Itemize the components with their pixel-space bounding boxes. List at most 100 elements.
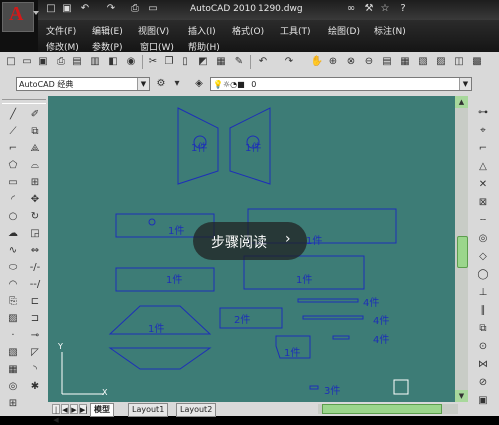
point-icon[interactable]: · — [6, 329, 20, 342]
rectangle-icon[interactable]: ▭ — [6, 176, 20, 189]
match-properties-icon[interactable]: ◩ — [196, 55, 210, 69]
layer-select[interactable]: 💡☼◔■ 0 ▼ — [210, 77, 472, 91]
snap-midpoint-icon[interactable]: △ — [476, 160, 490, 173]
scroll-up-icon[interactable]: ▲ — [455, 96, 468, 108]
chamfer-icon[interactable]: ◸ — [28, 346, 42, 359]
snap-nearest-icon[interactable]: ⋈ — [476, 358, 490, 371]
trim-icon[interactable]: -/- — [28, 261, 42, 274]
hatch-icon[interactable]: ▧ — [6, 346, 20, 359]
vertical-scrollbar[interactable]: ▲ ▼ — [455, 96, 468, 402]
preview-icon[interactable]: ▤ — [70, 55, 84, 69]
snap-intersection-icon[interactable]: ✕ — [476, 178, 490, 191]
paint-icon[interactable]: ✎ — [232, 55, 246, 69]
open-icon[interactable]: ▭ — [146, 2, 160, 15]
snap-endpoint-icon[interactable]: ⌐ — [476, 142, 490, 155]
break-icon[interactable]: ⊐ — [28, 312, 42, 325]
scroll-thumb[interactable] — [322, 404, 442, 414]
undo-icon[interactable]: ↶ — [256, 55, 270, 69]
binoculars-icon[interactable]: ∞ — [344, 2, 358, 16]
prev-tab-icon[interactable]: ◀ — [61, 404, 69, 414]
move-icon[interactable]: ✥ — [28, 193, 42, 206]
application-menu-button[interactable]: A — [0, 0, 39, 52]
ellipse-icon[interactable]: ⬭ — [6, 261, 20, 274]
menu-file[interactable]: 文件(F) — [46, 24, 76, 37]
tab-layout1[interactable]: Layout1 — [128, 403, 169, 417]
circle-icon[interactable]: ○ — [6, 210, 20, 223]
snap-insert-icon[interactable]: ⧉ — [476, 322, 490, 335]
snap-tangent-icon[interactable]: ◯ — [476, 268, 490, 281]
rotate-icon[interactable]: ↻ — [28, 210, 42, 223]
menu-edit[interactable]: 编辑(E) — [92, 24, 123, 37]
menu-draw[interactable]: 绘图(D) — [328, 24, 360, 37]
gradient-icon[interactable]: ▦ — [6, 363, 20, 376]
array-icon[interactable]: ⊞ — [28, 176, 42, 189]
help-icon[interactable]: ? — [396, 2, 410, 16]
3d-dwf-icon[interactable]: ◉ — [124, 55, 138, 69]
stretch-icon[interactable]: ⇔ — [28, 244, 42, 257]
spline-icon[interactable]: ∿ — [6, 244, 20, 257]
menu-tools[interactable]: 工具(T) — [280, 24, 311, 37]
offset-icon[interactable]: ⌓ — [28, 159, 42, 172]
sheet-set-icon[interactable]: ▨ — [434, 55, 448, 69]
snap-extension-icon[interactable]: ┄ — [476, 214, 490, 227]
temporary-track-icon[interactable]: ⊶ — [476, 106, 490, 119]
break-at-point-icon[interactable]: ⊏ — [28, 295, 42, 308]
properties-icon[interactable]: ▤ — [380, 55, 394, 69]
next-tab-icon[interactable]: ▶ — [70, 404, 78, 414]
scroll-thumb[interactable] — [457, 236, 468, 268]
snap-from-icon[interactable]: ⌖ — [476, 124, 490, 137]
tool-palettes-icon[interactable]: ▧ — [416, 55, 430, 69]
paste-icon[interactable]: ▯ — [178, 55, 192, 69]
tab-model[interactable]: 模型 — [90, 403, 114, 417]
calculator-icon[interactable]: ▩ — [470, 55, 484, 69]
tools-icon[interactable]: ⚒ — [362, 2, 376, 16]
open-folder-icon[interactable]: ▭ — [20, 55, 34, 69]
plot-icon[interactable]: ◧ — [106, 55, 120, 69]
layer-manager-icon[interactable]: ◈ — [192, 77, 206, 91]
construction-line-icon[interactable]: ⟋ — [6, 125, 20, 138]
arc-icon[interactable]: ◜ — [6, 193, 20, 206]
cut-icon[interactable]: ✂ — [146, 55, 160, 69]
insert-block-icon[interactable]: ⎘ — [6, 295, 20, 308]
menu-dimension[interactable]: 标注(N) — [374, 24, 406, 37]
erase-icon[interactable]: ✐ — [28, 108, 42, 121]
polygon-icon[interactable]: ⬠ — [6, 159, 20, 172]
copy-icon[interactable]: ❐ — [162, 55, 176, 69]
undo-icon[interactable]: ↶ — [78, 2, 92, 15]
mirror-icon[interactable]: ⟁ — [28, 142, 42, 155]
line-icon[interactable]: ╱ — [6, 108, 20, 121]
zoom-realtime-icon[interactable]: ⊕ — [326, 55, 340, 69]
step-reading-button[interactable]: 步骤阅读 › — [193, 222, 307, 260]
toolbar-grip[interactable] — [2, 99, 46, 104]
design-center-icon[interactable]: ▦ — [398, 55, 412, 69]
copy-object-icon[interactable]: ⧉ — [28, 125, 42, 138]
print-icon[interactable]: ⎙ — [128, 2, 142, 15]
menu-format[interactable]: 格式(O) — [232, 24, 264, 37]
snap-node-icon[interactable]: ⊙ — [476, 340, 490, 353]
osnap-settings-icon[interactable]: ▣ — [476, 394, 490, 407]
block-editor-icon[interactable]: ▦ — [214, 55, 228, 69]
first-tab-icon[interactable]: |◀ — [52, 404, 60, 424]
save-icon[interactable]: ▣ — [36, 55, 50, 69]
zoom-window-icon[interactable]: ⊗ — [344, 55, 358, 69]
redo-icon[interactable]: ↷ — [104, 2, 118, 15]
scale-icon[interactable]: ◲ — [28, 227, 42, 240]
make-block-icon[interactable]: ▨ — [6, 312, 20, 325]
polyline-icon[interactable]: ⌐ — [6, 142, 20, 155]
join-icon[interactable]: ⊸ — [28, 329, 42, 342]
menu-insert[interactable]: 插入(I) — [188, 24, 216, 37]
tab-layout2[interactable]: Layout2 — [176, 403, 217, 417]
workspace-select[interactable]: AutoCAD 经典 ▼ — [16, 77, 150, 91]
extend-icon[interactable]: --/ — [28, 278, 42, 291]
customize-icon[interactable]: ▾ — [170, 77, 184, 91]
redo-icon[interactable]: ↷ — [282, 55, 296, 69]
ellipse-arc-icon[interactable]: ◠ — [6, 278, 20, 291]
horizontal-scrollbar[interactable] — [318, 404, 458, 414]
table-icon[interactable]: ⊞ — [6, 397, 20, 410]
snap-quadrant-icon[interactable]: ◇ — [476, 250, 490, 263]
fillet-icon[interactable]: ◝ — [28, 363, 42, 376]
revision-cloud-icon[interactable]: ☁ — [6, 227, 20, 240]
menu-view[interactable]: 视图(V) — [138, 24, 169, 37]
snap-parallel-icon[interactable]: ∥ — [476, 304, 490, 317]
print-icon[interactable]: ⎙ — [54, 55, 68, 69]
